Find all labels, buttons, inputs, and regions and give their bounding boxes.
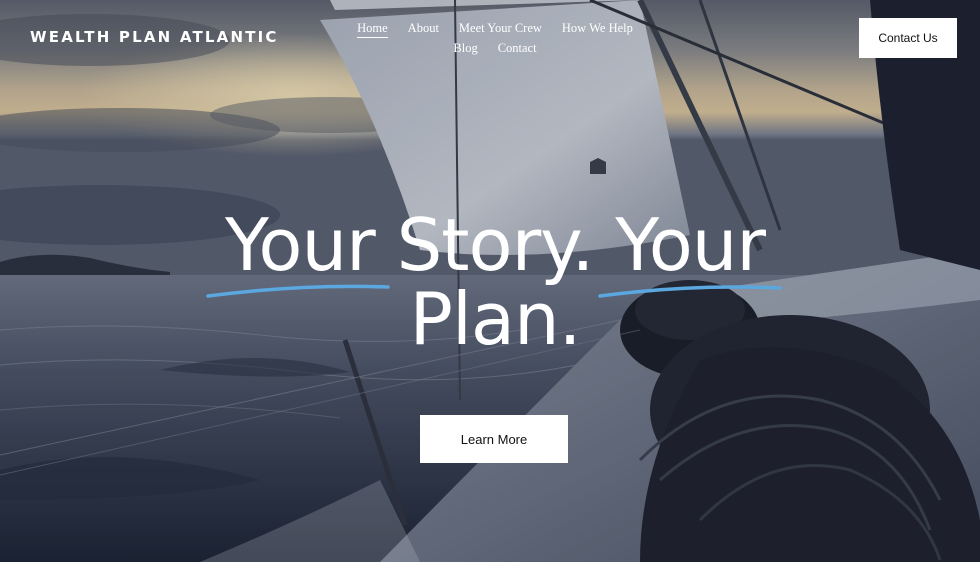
- contact-us-button[interactable]: Contact Us: [859, 18, 957, 58]
- nav-item-home[interactable]: Home: [357, 20, 388, 38]
- hero-section: WEALTH PLAN ATLANTIC Home About Meet You…: [0, 0, 980, 562]
- learn-more-button[interactable]: Learn More: [420, 415, 568, 463]
- site-title[interactable]: WEALTH PLAN ATLANTIC: [30, 28, 279, 46]
- nav-item-meet-your-crew[interactable]: Meet Your Crew: [459, 20, 542, 38]
- nav-item-how-we-help[interactable]: How We Help: [562, 20, 633, 38]
- nav-item-about[interactable]: About: [408, 20, 439, 38]
- hero-headline: Your Story. Your Plan.: [225, 203, 766, 361]
- main-nav: Home About Meet Your Crew How We Help Bl…: [355, 20, 635, 57]
- nav-item-contact[interactable]: Contact: [498, 40, 537, 57]
- nav-item-blog[interactable]: Blog: [453, 40, 477, 57]
